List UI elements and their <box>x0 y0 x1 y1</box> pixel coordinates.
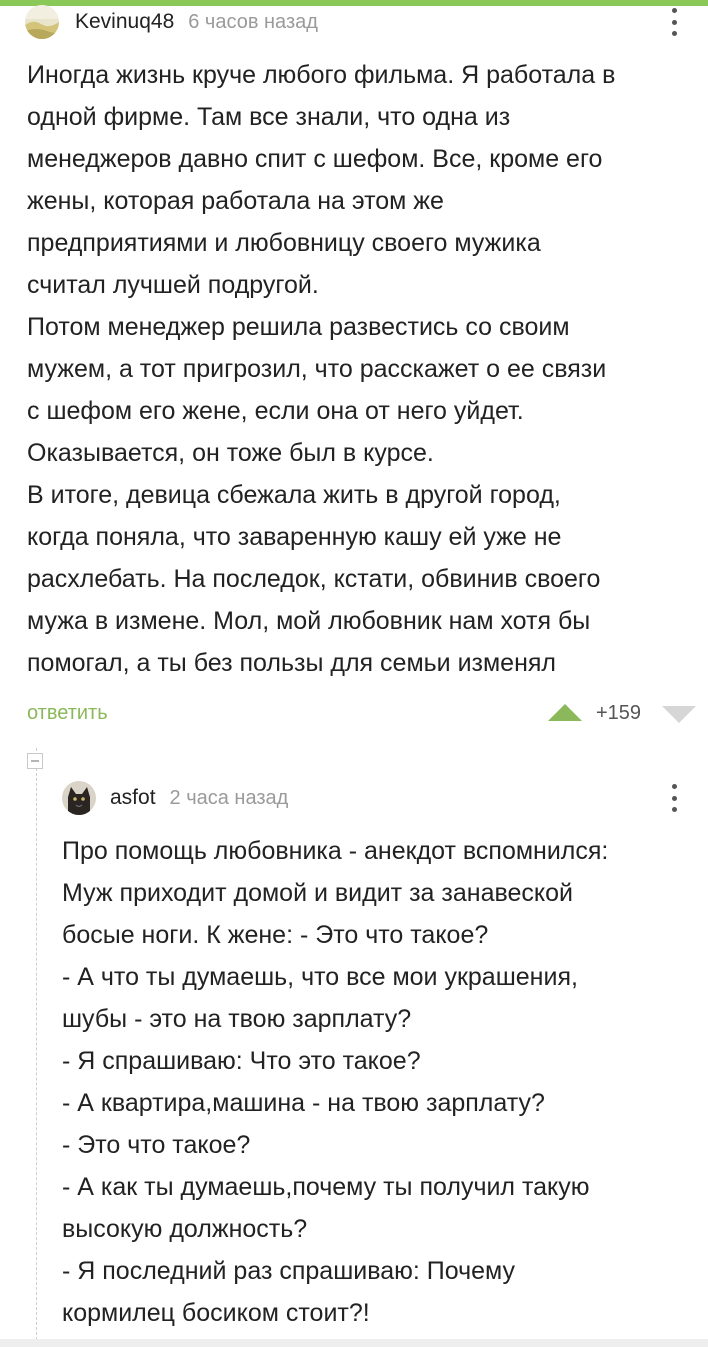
thread-line <box>36 748 37 1340</box>
comment-line: Иногда жизнь круче любого фильма. Я рабо… <box>27 61 616 89</box>
comment-line: менеджеров давно спит с шефом. Все, кром… <box>27 145 603 173</box>
comment-line: мужа в измене. Мол, мой любовник нам хот… <box>27 607 591 635</box>
comment-line: считал лучшей подругой. <box>27 271 319 299</box>
comment-line: предприятиями и любовницу своего мужика <box>27 229 541 257</box>
comment-line: одной фирме. Там все знали, что одна из <box>27 103 511 131</box>
comment-line: мужем, а тот пригрозил, что расскажет о … <box>27 355 607 383</box>
comment-timestamp[interactable]: 6 часов назад <box>188 11 318 34</box>
reply-line: - А что ты думаешь, что все мои украшени… <box>62 963 578 991</box>
reply-line: - Я последний раз спрашиваю: Почему <box>62 1257 515 1285</box>
comment-line: расхлебать. На последок, кстати, обвинив… <box>27 565 601 593</box>
comment-more-options-icon[interactable] <box>664 6 684 38</box>
comment-line: В итоге, девица сбежала жить в другой го… <box>27 481 561 509</box>
reply-line: босые ноги. К жене: - Это что такое? <box>62 921 489 949</box>
reply-line: кормилец босиком стоит?! <box>62 1299 370 1327</box>
avatar-cat-icon[interactable] <box>62 781 96 815</box>
comment-line: помогал, а ты без пользы для семьи измен… <box>27 649 557 677</box>
reply-line: - Я спрашиваю: Что это такое? <box>62 1047 421 1075</box>
comment-line: Оказывается, он тоже был в курсе. <box>27 439 434 467</box>
collapse-thread-icon[interactable] <box>27 753 43 769</box>
reply-more-options-icon[interactable] <box>664 782 684 814</box>
reply-line: - А как ты думаешь,почему ты получил так… <box>62 1173 590 1201</box>
reply-timestamp[interactable]: 2 часа назад <box>170 787 289 810</box>
reply-line: высокую должность? <box>62 1215 308 1243</box>
bottom-divider <box>0 1339 708 1347</box>
comment-line: когда поняла, что заваренную кашу ей уже… <box>27 523 562 551</box>
comment-line: Потом менеджер решила развестись со свои… <box>27 313 570 341</box>
comment-text: Иногда жизнь круче любого фильма. Я рабо… <box>27 54 615 684</box>
reply-line: - Это что такое? <box>62 1131 251 1159</box>
comment-header: Kevinuq48 6 часов назад <box>25 2 318 42</box>
comment-author[interactable]: Kevinuq48 <box>75 10 174 34</box>
reply-link[interactable]: ответить <box>27 702 108 725</box>
reply-header: asfot 2 часа назад <box>62 780 288 816</box>
upvote-arrow-icon[interactable] <box>548 704 582 721</box>
reply-text: Про помощь любовника - анекдот вспомнилс… <box>62 830 608 1334</box>
reply-line: шубы - это на твою зарплату? <box>62 1005 412 1033</box>
reply-line: Муж приходит домой и видит за занавеской <box>62 879 573 907</box>
comment-line: с шефом его жене, если она от него уйдет… <box>27 397 524 425</box>
rating-count: +159 <box>596 702 642 724</box>
avatar-landscape-icon[interactable] <box>25 5 59 39</box>
downvote-arrow-icon[interactable] <box>662 706 696 723</box>
reply-author[interactable]: asfot <box>110 786 156 810</box>
reply-line: Про помощь любовника - анекдот вспомнилс… <box>62 837 609 865</box>
comment-line: жены, которая работала на этом же <box>27 187 444 215</box>
reply-line: - А квартира,машина - на твою зарплату? <box>62 1089 545 1117</box>
